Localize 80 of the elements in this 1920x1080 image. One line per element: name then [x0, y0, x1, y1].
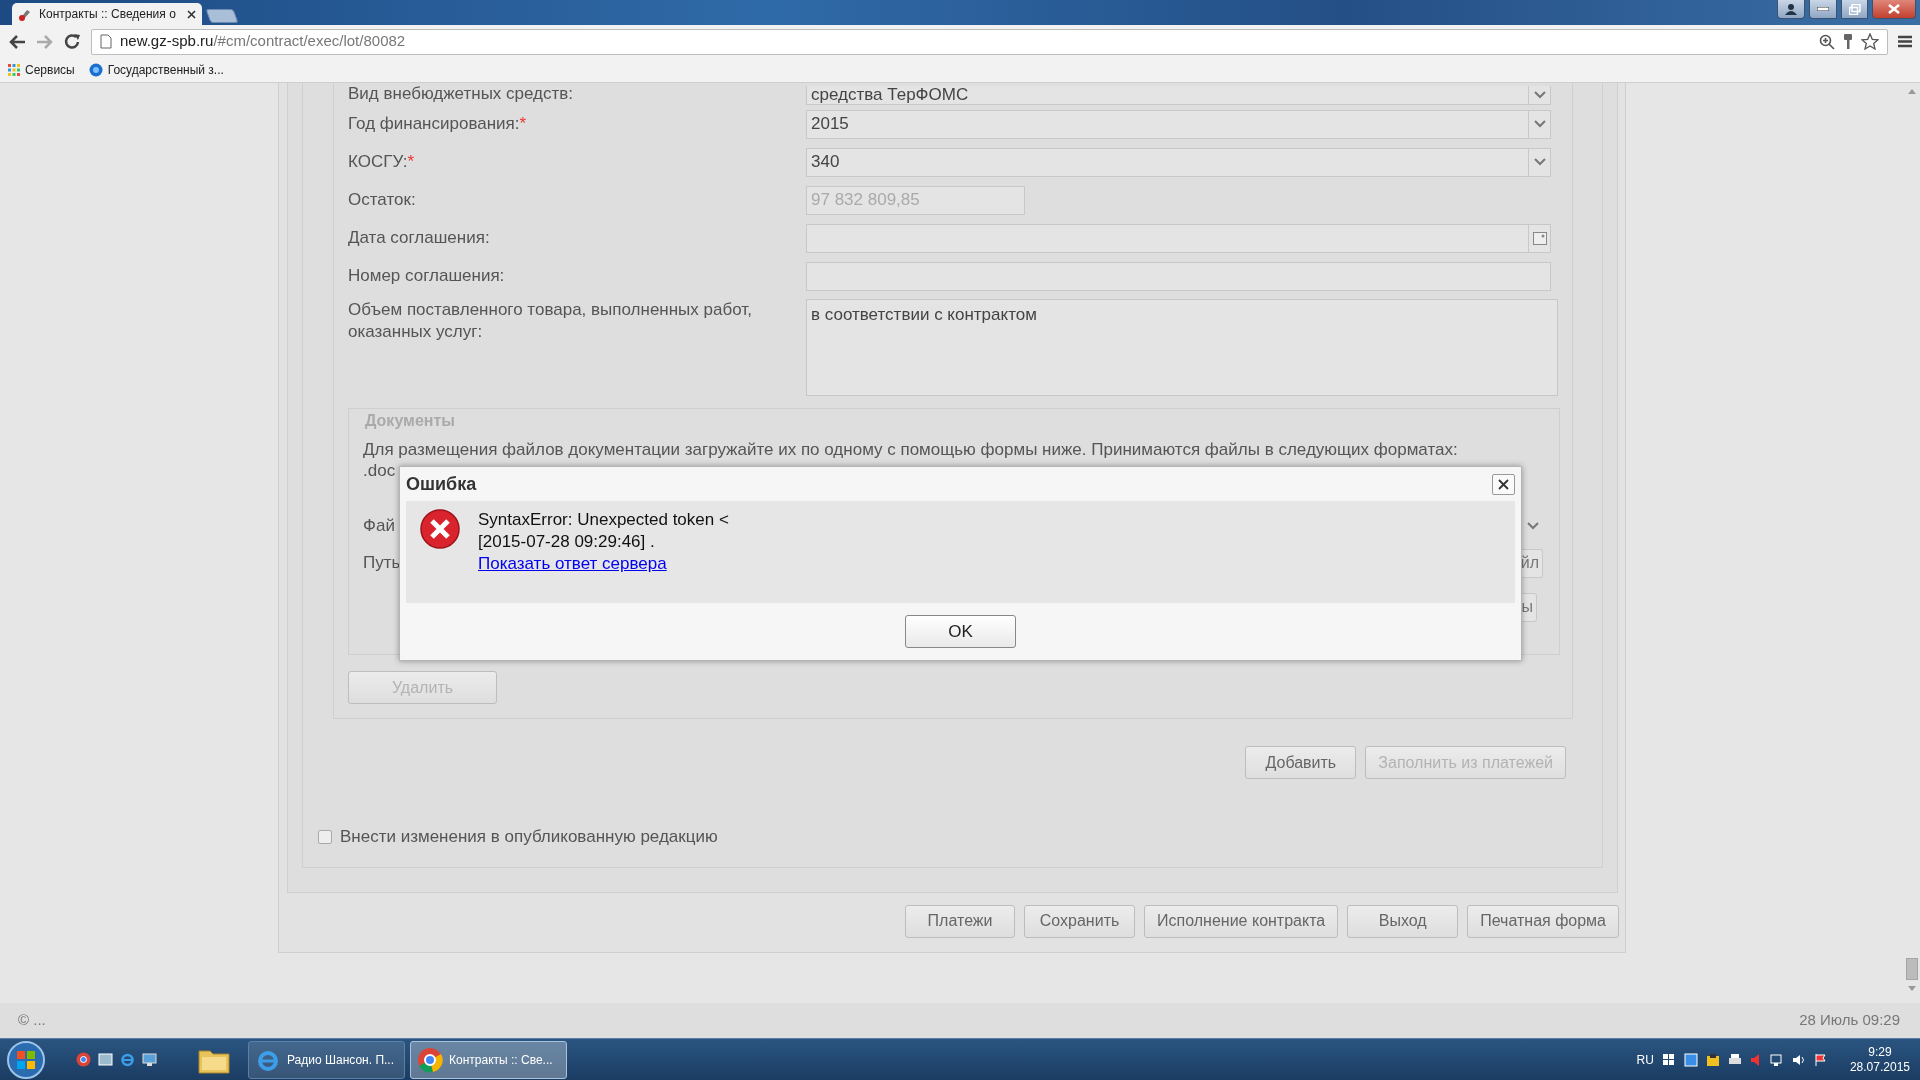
field-label: Дата соглашения:	[348, 227, 491, 250]
start-button[interactable]	[6, 1039, 46, 1080]
reload-icon[interactable]	[64, 33, 81, 50]
profile-button[interactable]	[1777, 0, 1805, 19]
close-button[interactable]	[1872, 0, 1916, 19]
ok-button[interactable]: OK	[905, 615, 1016, 648]
new-tab-button[interactable]	[205, 9, 239, 23]
minimize-icon	[1817, 7, 1829, 11]
date-field[interactable]	[806, 223, 1551, 253]
footer-button[interactable]: Печатная форма	[1467, 904, 1619, 938]
dialog-title: Ошибка	[406, 472, 477, 496]
footer-button[interactable]: Сохранить	[1024, 904, 1136, 938]
input-field: 97 832 809,85	[806, 185, 1025, 215]
instruction-text: .doc	[363, 461, 396, 481]
field-label: Объем поставленного товара, выполненных работ, оказанных услуг:	[348, 299, 753, 344]
footer-button[interactable]: Выход	[1347, 904, 1459, 938]
input-field[interactable]	[806, 261, 1551, 291]
language-indicator[interactable]: RU	[1636, 1050, 1654, 1069]
ie-icon[interactable]	[120, 1052, 135, 1067]
close-icon[interactable]	[187, 9, 196, 19]
taskbar-button[interactable]: Радио Шансон. П...	[248, 1040, 405, 1079]
menu-icon[interactable]	[1898, 35, 1912, 48]
person-icon	[1785, 3, 1797, 15]
browser-icon[interactable]	[76, 1052, 91, 1067]
error-icon	[420, 509, 460, 549]
scroll-thumb[interactable]	[1906, 958, 1918, 980]
upload-button[interactable]: йл	[1520, 548, 1543, 578]
apps-grid-icon	[8, 64, 20, 76]
back-icon[interactable]	[8, 33, 26, 50]
close-icon	[1888, 4, 1900, 14]
key-icon[interactable]	[1843, 33, 1853, 50]
field-label: Остаток:	[348, 189, 417, 212]
field-label: Год финансирования:*	[348, 113, 528, 136]
volume-icon[interactable]	[1791, 1052, 1806, 1067]
dropdown-field[interactable]: 340	[806, 147, 1551, 177]
taskbar-button[interactable]: Контракты :: Све...	[410, 1040, 567, 1079]
speaker-icon[interactable]	[1749, 1052, 1762, 1067]
calendar-icon[interactable]	[1532, 231, 1547, 245]
dropdown-field[interactable]: средства ТерФОМС	[806, 86, 1551, 106]
tab-title: Контракты :: Сведения о	[39, 6, 176, 23]
text-area[interactable]: в соответствии с контрактом	[806, 299, 1558, 397]
checkbox-label: Внести изменения в опубликованную редакцию	[340, 826, 718, 849]
field-label: Вид внебюджетных средств:	[348, 83, 575, 105]
footer-button[interactable]: Исполнение контракта	[1144, 904, 1339, 938]
action-button[interactable]: Добавить	[1245, 746, 1357, 780]
url-text: new.gz-spb.ru/#cm/contract/exec/lot/80082	[120, 31, 406, 52]
close-button[interactable]	[1492, 473, 1515, 495]
instruction-text: Для размещения файлов документации загружайте их по одному с помощью формы ниже. Принимаются файлы в следующих форматах:	[363, 440, 1459, 460]
printer-icon[interactable]	[1727, 1052, 1742, 1067]
app-icon[interactable]	[1705, 1052, 1720, 1067]
field-label: Номер соглашения:	[348, 265, 506, 288]
copyright-text: © ...	[18, 1010, 46, 1031]
restore-icon	[1848, 3, 1861, 15]
zoom-icon[interactable]	[1819, 33, 1835, 50]
desktop-icon[interactable]	[142, 1052, 157, 1067]
address-bar[interactable]: new.gz-spb.ru/#cm/contract/exec/lot/80082	[91, 28, 1888, 55]
dropdown-field[interactable]: 2015	[806, 109, 1551, 139]
page-icon	[100, 34, 112, 49]
globe-icon	[88, 63, 103, 77]
browser-tab[interactable]: Контракты :: Сведения о	[12, 3, 202, 25]
footer-button[interactable]: Платежи	[905, 904, 1016, 938]
bookmark[interactable]: Сервисы	[8, 61, 75, 79]
error-message: SyntaxError: Unexpected token <	[478, 509, 729, 531]
field-label: КОСГУ:*	[348, 151, 416, 174]
error-message: [2015-07-28 09:29:46] .	[478, 531, 656, 553]
browser-icon	[417, 1046, 443, 1073]
network-icon[interactable]	[1769, 1052, 1784, 1067]
field-label: Путь	[363, 552, 401, 575]
minimize-button[interactable]	[1809, 0, 1837, 19]
restore-button[interactable]	[1841, 0, 1868, 19]
field-label: Фай	[363, 515, 395, 538]
date-time-text: 28 Июль 09:29	[1799, 1010, 1900, 1031]
bookmark[interactable]: Государственный з...	[88, 61, 224, 79]
server-response-link[interactable]: Показать ответ сервера	[478, 554, 667, 573]
close-icon	[1498, 478, 1509, 490]
checkbox[interactable]	[318, 829, 332, 844]
star-icon[interactable]	[1861, 33, 1879, 50]
clock[interactable]: 9:29 28.07.2015	[1849, 1044, 1910, 1075]
window-icon[interactable]	[98, 1052, 113, 1067]
app-icon[interactable]	[1683, 1052, 1698, 1067]
